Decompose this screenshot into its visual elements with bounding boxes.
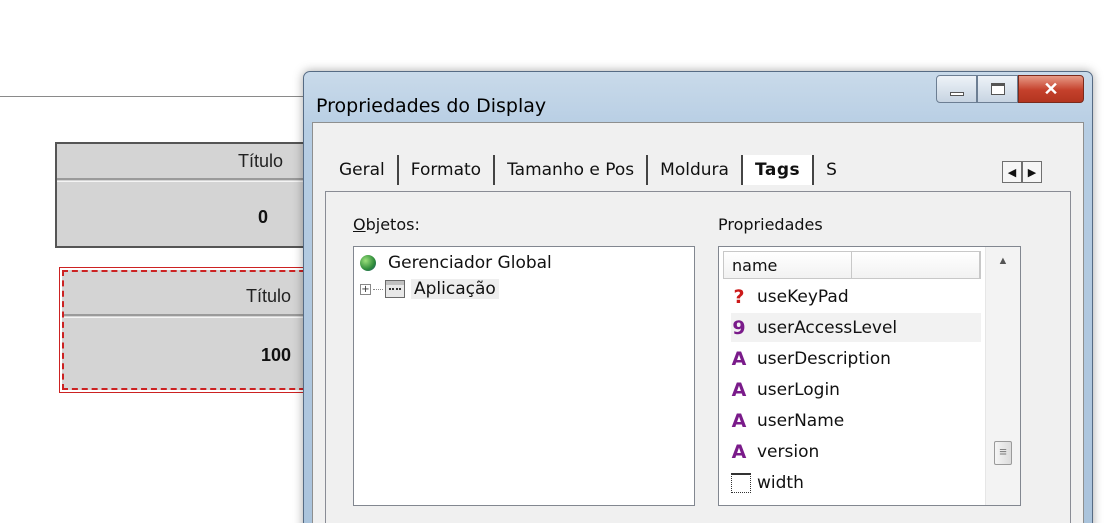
string-type-icon: A xyxy=(731,409,747,432)
tree-item-application[interactable]: + Aplicação xyxy=(360,279,499,299)
maximize-button[interactable] xyxy=(977,75,1018,103)
minimize-button[interactable] xyxy=(936,75,977,103)
scroll-up-icon[interactable]: ▲ xyxy=(986,255,1020,267)
display-widget-1[interactable]: Título 0 xyxy=(55,142,315,248)
property-name: width xyxy=(757,472,804,493)
string-type-icon: A xyxy=(731,347,747,370)
string-type-icon: A xyxy=(731,378,747,401)
property-name: userName xyxy=(757,410,845,431)
scroll-left-icon[interactable]: ◀ xyxy=(1002,161,1022,183)
application-icon xyxy=(385,280,405,298)
tab-scroll-controls: ◀ ▶ xyxy=(1002,161,1042,183)
minimize-icon xyxy=(949,91,964,96)
property-name: userAccessLevel xyxy=(757,317,898,338)
tree-item-global-manager[interactable]: Gerenciador Global xyxy=(360,253,552,273)
tree-item-label: Aplicação xyxy=(411,279,499,299)
string-type-icon: A xyxy=(731,440,747,463)
property-name: version xyxy=(757,441,820,462)
dialog-title: Propriedades do Display xyxy=(316,95,547,117)
property-name: userDescription xyxy=(757,348,891,369)
property-row[interactable]: width xyxy=(731,468,804,497)
tab-tamanho-e-pos[interactable]: Tamanho e Pos xyxy=(495,155,649,185)
window-controls: ✕ xyxy=(936,75,1084,103)
properties-list[interactable]: name ? useKeyPad 9 userAccessLevel A use… xyxy=(718,246,1021,506)
display-properties-dialog: Propriedades do Display ✕ Geral Formato … xyxy=(303,71,1093,523)
display-widget-2-selected[interactable]: Título 100 xyxy=(59,267,318,393)
column-name[interactable]: name xyxy=(724,252,852,278)
properties-column-header: name xyxy=(723,251,981,279)
property-name: userLogin xyxy=(757,379,840,400)
tab-formato[interactable]: Formato xyxy=(399,155,496,185)
property-row[interactable]: ? useKeyPad xyxy=(731,282,849,311)
properties-scrollbar[interactable]: ▲ xyxy=(985,247,1020,505)
scrollbar-thumb[interactable] xyxy=(994,441,1012,465)
width-icon xyxy=(731,472,751,493)
property-name: useKeyPad xyxy=(757,286,849,307)
widget-title: Título xyxy=(64,278,313,318)
widget-title: Título xyxy=(57,144,313,182)
tree-connector xyxy=(373,288,383,290)
canvas-divider-line xyxy=(0,96,330,97)
property-row[interactable]: A userDescription xyxy=(731,344,891,373)
property-row[interactable]: 9 userAccessLevel xyxy=(731,313,981,342)
property-row[interactable]: A userLogin xyxy=(731,375,840,404)
dialog-client-area: Geral Formato Tamanho e Pos Moldura Tags… xyxy=(312,122,1084,523)
globe-icon xyxy=(360,255,376,271)
maximize-icon xyxy=(990,83,1005,95)
close-button[interactable]: ✕ xyxy=(1018,75,1084,103)
objects-tree[interactable]: Gerenciador Global + Aplicação xyxy=(353,246,695,506)
integer-type-icon: 9 xyxy=(732,316,746,339)
tab-geral[interactable]: Geral xyxy=(327,155,399,185)
property-row[interactable]: A userName xyxy=(731,406,845,435)
tab-moldura[interactable]: Moldura xyxy=(648,155,743,185)
tab-strip: Geral Formato Tamanho e Pos Moldura Tags… xyxy=(327,155,841,185)
widget-value: 100 xyxy=(260,344,291,365)
property-row[interactable]: A version xyxy=(731,437,820,466)
properties-label: Propriedades xyxy=(718,215,823,234)
column-extra[interactable] xyxy=(852,252,980,278)
tab-s-truncated[interactable]: S xyxy=(814,155,841,185)
close-icon: ✕ xyxy=(1043,78,1059,99)
objects-label: Objetos: xyxy=(353,215,420,234)
scroll-right-icon[interactable]: ▶ xyxy=(1022,161,1042,183)
tree-item-label: Gerenciador Global xyxy=(388,253,552,273)
expand-icon[interactable]: + xyxy=(360,283,371,295)
widget-value: 0 xyxy=(257,206,268,227)
boolean-type-icon: ? xyxy=(733,285,745,308)
tab-tags[interactable]: Tags xyxy=(742,155,815,185)
